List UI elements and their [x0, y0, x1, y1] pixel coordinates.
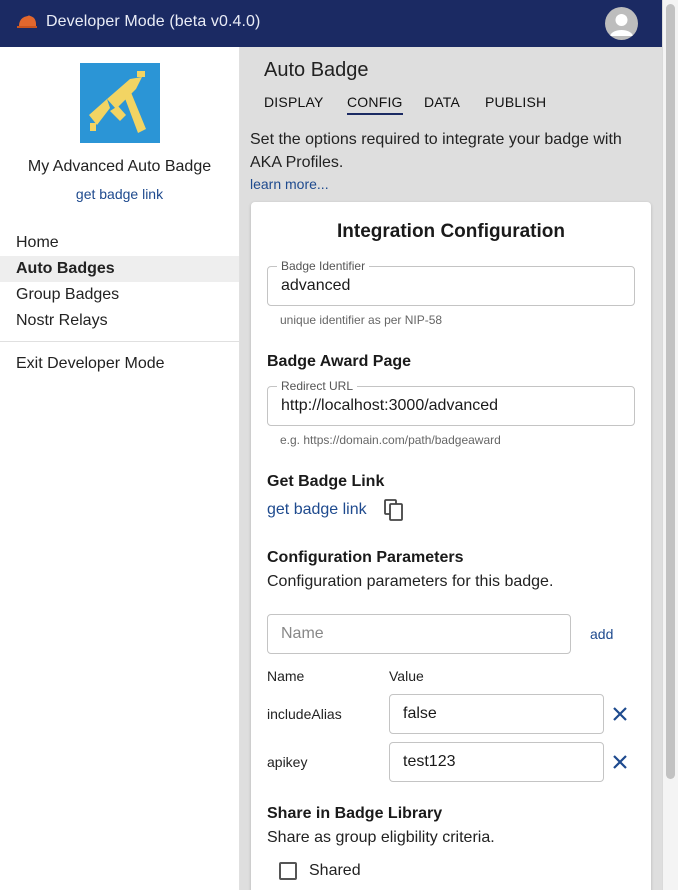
col-value-header: Value: [389, 668, 424, 684]
nav-item-exit-developer-mode[interactable]: Exit Developer Mode: [0, 351, 239, 377]
param-row-value-input[interactable]: test123: [389, 742, 604, 782]
nav-item-home[interactable]: Home: [0, 230, 239, 256]
card-title: Integration Configuration: [337, 221, 565, 242]
badge-identifier-field[interactable]: Badge Identifier advanced: [267, 259, 635, 306]
shared-checkbox[interactable]: [279, 862, 297, 880]
main-content: Auto Badge DISPLAY CONFIG DATA PUBLISH S…: [240, 47, 662, 890]
redirect-url-label: Redirect URL: [277, 379, 358, 393]
config-params-description: Configuration parameters for this badge.: [267, 573, 554, 590]
nav-item-nostr-relays[interactable]: Nostr Relays: [0, 308, 239, 334]
share-heading: Share in Badge Library: [267, 805, 443, 822]
scrollbar-thumb[interactable]: [666, 4, 675, 779]
app-title: Developer Mode (beta v0.4.0): [46, 13, 261, 30]
learn-more-link[interactable]: learn more...: [250, 176, 329, 192]
tab-config[interactable]: CONFIG: [347, 94, 403, 115]
get-badge-link[interactable]: get badge link: [0, 186, 239, 202]
add-button[interactable]: add: [590, 626, 613, 642]
page-title: Auto Badge: [264, 59, 369, 81]
param-name-input[interactable]: Name: [267, 614, 571, 654]
nav-divider: [0, 341, 239, 342]
redirect-url-field[interactable]: Redirect URL http://localhost:3000/advan…: [267, 379, 635, 426]
config-params-heading: Configuration Parameters: [267, 549, 464, 566]
app-bar: Developer Mode (beta v0.4.0): [0, 0, 662, 47]
redirect-url-helper: e.g. https://domain.com/path/badgeaward: [280, 433, 501, 447]
intro-text: Set the options required to integrate yo…: [250, 131, 622, 171]
account-circle-icon[interactable]: [605, 7, 638, 40]
badge-award-heading: Badge Award Page: [267, 353, 412, 370]
badge-name: My Advanced Auto Badge: [27, 158, 212, 175]
remove-param-icon[interactable]: [610, 704, 630, 724]
param-row-name: apikey: [267, 754, 308, 770]
badge-identifier-value: advanced: [281, 277, 351, 294]
integration-config-card: Integration Configuration Badge Identifi…: [251, 202, 651, 890]
badge-image: [80, 63, 160, 143]
badge-identifier-label: Badge Identifier: [277, 259, 370, 273]
param-row-value-input[interactable]: false: [389, 694, 604, 734]
share-description: Share as group eligbility criteria.: [267, 829, 495, 846]
param-name-placeholder: Name: [281, 625, 324, 642]
tab-display[interactable]: DISPLAY: [264, 94, 324, 110]
vertical-scrollbar[interactable]: [662, 0, 678, 890]
param-row-value: test123: [403, 753, 456, 770]
tab-data[interactable]: DATA: [424, 94, 460, 110]
tab-publish[interactable]: PUBLISH: [485, 94, 546, 110]
nav-item-group-badges[interactable]: Group Badges: [0, 282, 239, 308]
copy-icon[interactable]: [384, 499, 404, 521]
param-row-name: includeAlias: [267, 706, 342, 722]
get-badge-link-text[interactable]: get badge link: [267, 501, 367, 519]
cap-icon: [17, 15, 37, 28]
col-name-header: Name: [267, 668, 305, 684]
redirect-url-value: http://localhost:3000/advanced: [281, 397, 499, 414]
badge-identifier-helper: unique identifier as per NIP-58: [280, 313, 443, 327]
nav-item-auto-badges[interactable]: Auto Badges: [0, 256, 239, 282]
remove-param-icon[interactable]: [610, 752, 630, 772]
sidebar: My Advanced Auto Badge get badge link Ho…: [0, 47, 240, 890]
get-badge-link-heading: Get Badge Link: [267, 473, 385, 490]
shared-checkbox-label: Shared: [309, 862, 361, 879]
param-row-value: false: [403, 705, 437, 722]
